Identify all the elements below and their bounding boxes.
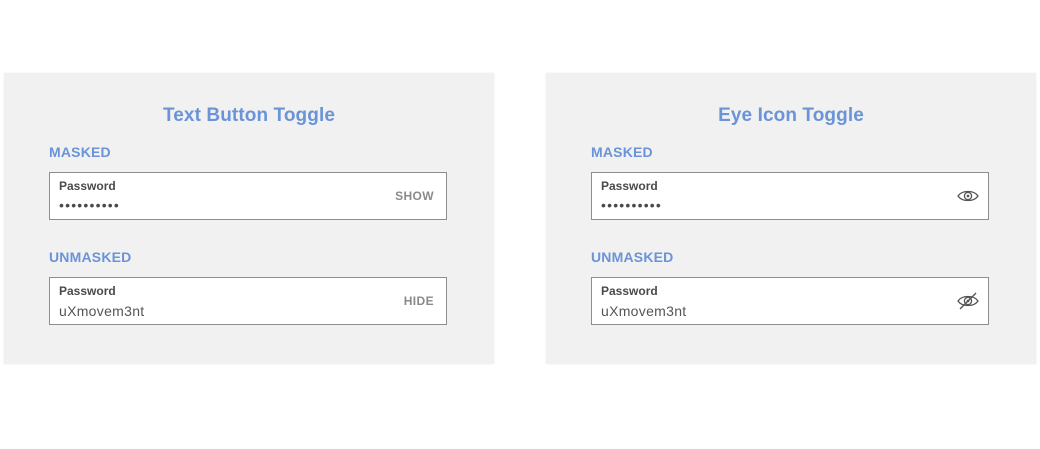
text-button-toggle-panel: Text Button Toggle MASKED Password •••••… [4, 73, 494, 364]
masked-section-label: MASKED [49, 144, 111, 160]
password-field-unmasked[interactable]: Password uXmovem3nt HIDE [49, 277, 447, 325]
password-value-masked[interactable]: •••••••••• [59, 197, 120, 213]
eye-icon-toggle-panel: Eye Icon Toggle MASKED Password ••••••••… [546, 73, 1036, 364]
password-field-unmasked[interactable]: Password uXmovem3nt [591, 277, 989, 325]
panel-title: Eye Icon Toggle [718, 105, 864, 126]
unmasked-section-label: UNMASKED [49, 249, 132, 265]
field-label: Password [601, 179, 658, 193]
eye-icon[interactable] [956, 186, 980, 206]
password-value-masked[interactable]: •••••••••• [601, 197, 662, 213]
field-label: Password [59, 284, 116, 298]
hide-password-button[interactable]: HIDE [404, 294, 434, 308]
panel-title: Text Button Toggle [162, 105, 336, 126]
comparison-stage: Text Button Toggle MASKED Password •••••… [0, 0, 1040, 449]
field-label: Password [601, 284, 658, 298]
masked-section-label: MASKED [591, 144, 653, 160]
field-label: Password [59, 179, 116, 193]
show-password-button[interactable]: SHOW [395, 189, 434, 203]
password-value-unmasked[interactable]: uXmovem3nt [59, 303, 144, 319]
password-value-unmasked[interactable]: uXmovem3nt [601, 303, 686, 319]
eye-slash-icon[interactable] [956, 291, 980, 311]
password-field-masked[interactable]: Password •••••••••• [591, 172, 989, 220]
unmasked-section-label: UNMASKED [591, 249, 674, 265]
password-field-masked[interactable]: Password •••••••••• SHOW [49, 172, 447, 220]
